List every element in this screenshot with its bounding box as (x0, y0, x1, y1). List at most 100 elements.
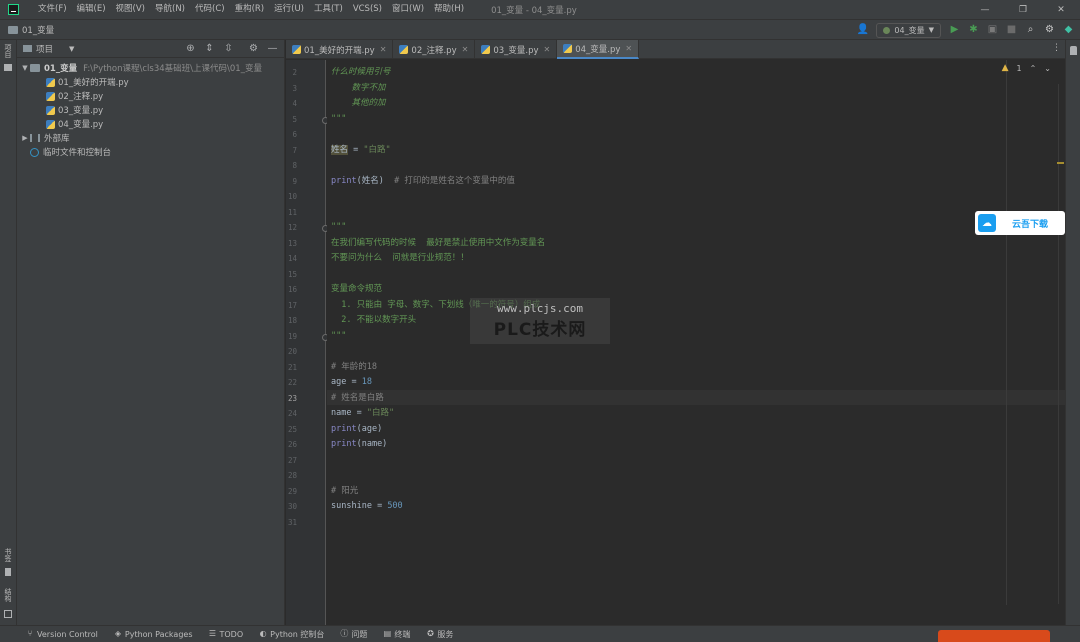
menu-file[interactable]: 文件(F) (33, 0, 72, 19)
code-line[interactable]: 什么时候用引号 (331, 65, 391, 80)
line-number[interactable]: 26 (277, 440, 297, 449)
code-line[interactable]: name = "白路" (331, 406, 394, 421)
run-config-selector[interactable]: 04_变量 ▼ (876, 22, 941, 38)
line-number[interactable]: 8 (277, 161, 297, 170)
line-number[interactable]: 25 (277, 425, 297, 434)
notifications-icon[interactable] (1070, 46, 1077, 55)
line-number[interactable]: 6 (277, 130, 297, 139)
menu-refactor[interactable]: 重构(R) (230, 0, 270, 19)
debug-icon[interactable]: ✱ (968, 25, 979, 36)
tree-file[interactable]: 01_美好的开端.py (17, 75, 284, 89)
restore-icon[interactable]: ❐ (1004, 0, 1042, 19)
line-number[interactable]: 20 (277, 347, 297, 356)
minimize-icon[interactable]: — (966, 0, 1004, 19)
tab-04-file[interactable]: 04_变量.py ✕ (557, 40, 640, 59)
code-line[interactable]: """ (331, 220, 346, 235)
menu-run[interactable]: 运行(U) (269, 0, 309, 19)
menu-window[interactable]: 窗口(W) (387, 0, 429, 19)
close-icon[interactable]: ✕ (380, 45, 387, 54)
line-number[interactable]: 7 (277, 146, 297, 155)
python-packages-button[interactable]: ◈ Python Packages (114, 630, 193, 639)
chevron-up-icon[interactable]: ⌃ (1030, 64, 1037, 73)
code-line[interactable]: # 阳光 (331, 484, 358, 499)
run-icon[interactable]: ▶ (949, 25, 960, 36)
code-line[interactable]: 2. 不能以数字开头 (331, 313, 416, 328)
code-line[interactable]: sunshine = 500 (331, 499, 403, 514)
code-line[interactable]: """ (331, 112, 346, 127)
services-button[interactable]: ✪ 服务 (426, 629, 453, 640)
todo-button[interactable]: ☰ TODO (209, 630, 243, 639)
menu-code[interactable]: 代码(C) (190, 0, 230, 19)
breadcrumb[interactable]: 01_变量 (22, 24, 54, 36)
line-number[interactable]: 4 (277, 99, 297, 108)
menu-vcs[interactable]: VCS(S) (348, 0, 387, 19)
expand-all-icon[interactable]: ⇕ (204, 43, 215, 54)
line-number[interactable]: 16 (277, 285, 297, 294)
line-number[interactable]: 9 (277, 177, 297, 186)
line-number[interactable]: 2 (277, 68, 297, 77)
code-line[interactable]: # 年龄的18 (331, 360, 377, 375)
code-line[interactable]: 变量命令规范 (331, 282, 382, 297)
line-number[interactable]: 13 (277, 239, 297, 248)
line-number[interactable]: 12 (277, 223, 297, 232)
code-line[interactable]: 数字不加 (331, 81, 385, 96)
project-panel-title[interactable]: 项目 (36, 43, 53, 55)
coverage-icon[interactable]: ▣ (987, 25, 998, 36)
line-number[interactable]: 15 (277, 270, 297, 279)
chevron-down-icon[interactable]: ▼ (20, 64, 30, 72)
bookmarks-tool-button[interactable]: 书签 (3, 548, 13, 562)
line-number[interactable]: 29 (277, 487, 297, 496)
line-number[interactable]: 11 (277, 208, 297, 217)
tree-file[interactable]: 02_注释.py (17, 89, 284, 103)
stop-icon[interactable]: ■ (1006, 25, 1017, 36)
tab-03-file[interactable]: 03_变量.py ✕ (475, 40, 558, 59)
code-line[interactable]: """ (331, 329, 346, 344)
tab-01-file[interactable]: 01_美好的开端.py ✕ (286, 40, 394, 59)
close-icon[interactable]: ✕ (544, 45, 551, 54)
structure-tool-button[interactable]: 结构 (3, 588, 13, 602)
terminal-button[interactable]: ▤ 终端 (383, 629, 411, 640)
line-number[interactable]: 23 (277, 394, 297, 403)
download-badge[interactable]: ☁ 云吾下载 (975, 211, 1065, 235)
line-number[interactable]: 21 (277, 363, 297, 372)
line-number[interactable]: 28 (277, 471, 297, 480)
tree-external-libraries[interactable]: ▶ 外部库 (17, 131, 284, 145)
code-line[interactable]: 在我们编写代码的时候 最好是禁止使用中文作为变量名 (331, 236, 545, 251)
tree-root[interactable]: ▼ 01_变量 F:\Python课程\cls34基础班\上课代码\01_变量 (17, 61, 284, 75)
code-line[interactable]: 不要问为什么 问就是行业规范！！ (331, 251, 469, 266)
line-number[interactable]: 19 (277, 332, 297, 341)
chevron-down-icon[interactable]: ▼ (69, 45, 74, 53)
code-line[interactable]: age = 18 (331, 375, 372, 390)
line-number[interactable]: 27 (277, 456, 297, 465)
close-icon[interactable]: ✕ (462, 45, 469, 54)
code-editor[interactable]: ▲ 1 ⌃ ⌄ 什么时候用引号 数字不加 其他的加 """ 姓名 = "白路" pri… (327, 60, 1065, 625)
menu-tools[interactable]: 工具(T) (309, 0, 348, 19)
line-number[interactable]: 5 (277, 115, 297, 124)
gear-icon[interactable]: ⚙ (1044, 25, 1055, 36)
tab-02-file[interactable]: 02_注释.py ✕ (393, 40, 476, 59)
more-tabs-icon[interactable]: ⋮ (1052, 43, 1061, 53)
locate-icon[interactable]: ⊕ (185, 43, 196, 54)
project-tool-button[interactable]: 项目 (3, 44, 13, 58)
menu-edit[interactable]: 编辑(E) (72, 0, 111, 19)
line-number[interactable]: 30 (277, 502, 297, 511)
code-line[interactable]: 其他的加 (331, 96, 385, 111)
line-number[interactable]: 18 (277, 316, 297, 325)
collapse-all-icon[interactable]: ⇳ (223, 43, 234, 54)
line-number[interactable]: 22 (277, 378, 297, 387)
editor-scrollbar[interactable] (1057, 84, 1065, 604)
tree-file[interactable]: 03_变量.py (17, 103, 284, 117)
tree-scratches[interactable]: 临时文件和控制台 (17, 145, 284, 159)
line-number[interactable]: 3 (277, 84, 297, 93)
code-line[interactable]: print(name) (331, 437, 387, 452)
line-number[interactable]: 24 (277, 409, 297, 418)
python-console-button[interactable]: ◐ Python 控制台 (259, 629, 325, 640)
warning-marker[interactable] (1057, 162, 1064, 164)
tree-file[interactable]: 04_变量.py (17, 117, 284, 131)
line-number[interactable]: 17 (277, 301, 297, 310)
close-icon[interactable]: ✕ (625, 44, 632, 53)
search-icon[interactable]: ⌕ (1025, 25, 1036, 36)
chevron-down-icon[interactable]: ⌄ (1044, 64, 1051, 73)
code-line[interactable]: # 姓名是白路 (331, 391, 384, 406)
version-control-button[interactable]: ⑂ Version Control (26, 630, 98, 639)
